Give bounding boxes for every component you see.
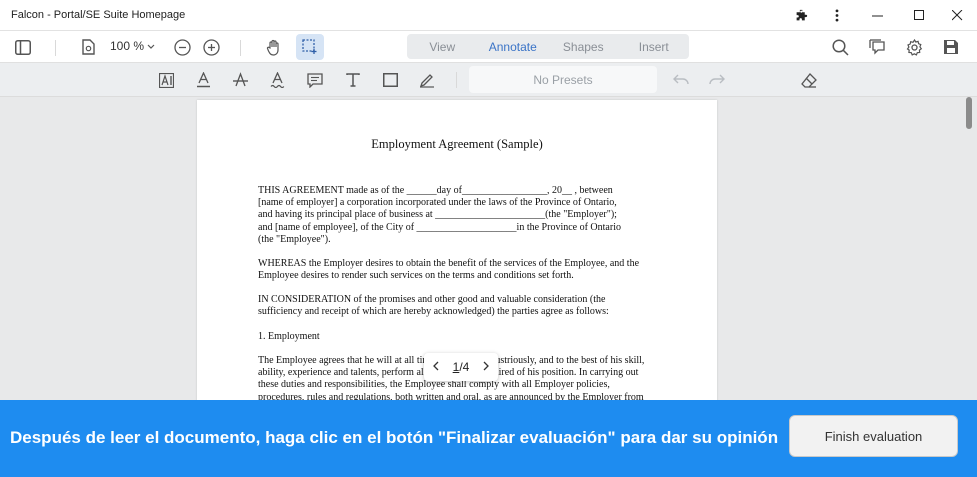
- zoom-out-icon[interactable]: [172, 37, 192, 57]
- region-select-icon[interactable]: [300, 37, 320, 57]
- freehand-pen-icon[interactable]: [417, 70, 437, 90]
- maximize-icon[interactable]: [904, 0, 934, 31]
- divider: [55, 40, 56, 56]
- finish-evaluation-button[interactable]: Finish evaluation: [789, 415, 958, 457]
- vertical-scrollbar[interactable]: [966, 97, 972, 129]
- previous-page-icon[interactable]: [432, 360, 439, 374]
- paragraph-whereas: WHEREAS the Employer desires to obtain t…: [258, 258, 640, 282]
- main-toolbar: 100 % View Annotate Shapes Insert: [0, 31, 977, 63]
- total-pages: 4: [462, 360, 470, 374]
- sticky-note-icon[interactable]: [305, 70, 325, 90]
- window-title: Falcon - Portal/SE Suite Homepage: [11, 9, 186, 21]
- presets-dropdown[interactable]: No Presets: [469, 66, 657, 93]
- gear-icon[interactable]: [904, 37, 924, 57]
- divider: [240, 40, 241, 56]
- zoom-selector[interactable]: 100 %: [110, 39, 155, 53]
- tab-shapes[interactable]: Shapes: [548, 40, 619, 54]
- strikeout-icon[interactable]: [230, 70, 250, 90]
- free-text-icon[interactable]: [156, 70, 176, 90]
- undo-icon[interactable]: [671, 70, 691, 90]
- zoom-in-icon[interactable]: [201, 37, 221, 57]
- title-bar: Falcon - Portal/SE Suite Homepage: [0, 0, 977, 31]
- fit-page-icon[interactable]: [78, 37, 98, 57]
- pan-hand-icon[interactable]: [264, 37, 284, 57]
- page-navigator: 1/4: [424, 353, 498, 381]
- zoom-level: 100 %: [110, 39, 145, 53]
- more-options-icon[interactable]: [826, 0, 848, 31]
- mode-tabs: View Annotate Shapes Insert: [407, 34, 689, 59]
- save-icon[interactable]: [941, 37, 961, 57]
- document-title: Employment Agreement (Sample): [371, 137, 543, 151]
- paragraph-agreement: THIS AGREEMENT made as of the ______day …: [258, 185, 621, 245]
- text-tool-icon[interactable]: [343, 70, 363, 90]
- tab-insert[interactable]: Insert: [619, 40, 690, 54]
- minimize-icon[interactable]: [862, 0, 892, 31]
- redo-icon[interactable]: [707, 70, 727, 90]
- comments-icon[interactable]: [867, 37, 887, 57]
- rectangle-icon[interactable]: [380, 70, 400, 90]
- section-heading-employment: 1. Employment: [258, 331, 320, 342]
- tab-annotate[interactable]: Annotate: [478, 40, 549, 54]
- paragraph-consideration: IN CONSIDERATION of the promises and oth…: [258, 294, 609, 318]
- squiggly-icon[interactable]: [267, 70, 287, 90]
- chevron-down-icon: [147, 39, 155, 53]
- next-page-icon[interactable]: [483, 360, 490, 374]
- banner-message: Después de leer el documento, haga clic …: [10, 428, 779, 447]
- annotation-toolbar: No Presets: [0, 63, 977, 97]
- divider: [456, 72, 457, 88]
- eraser-icon[interactable]: [799, 70, 819, 90]
- evaluation-banner: Después de leer el documento, haga clic …: [0, 400, 977, 477]
- tab-view[interactable]: View: [407, 40, 478, 54]
- sidebar-toggle-icon[interactable]: [13, 37, 33, 57]
- search-icon[interactable]: [830, 37, 850, 57]
- close-icon[interactable]: [942, 0, 972, 31]
- underline-icon[interactable]: [193, 70, 213, 90]
- extensions-icon[interactable]: [790, 0, 812, 31]
